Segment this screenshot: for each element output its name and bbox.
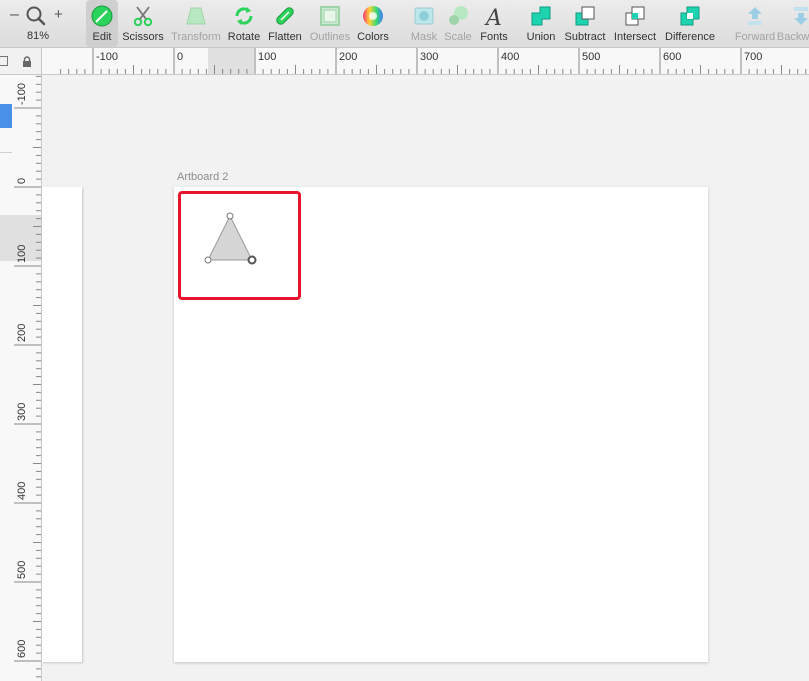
artboard-left[interactable] xyxy=(42,187,82,662)
lock-icon[interactable] xyxy=(22,55,32,73)
zoom-icon[interactable] xyxy=(24,4,48,33)
artboard-label[interactable]: Artboard 2 xyxy=(177,171,228,183)
intersect-icon xyxy=(623,4,647,28)
ruler-label: 600 xyxy=(663,51,682,63)
ruler-label: 100 xyxy=(16,244,28,263)
ruler-label: 400 xyxy=(501,51,520,63)
tool-forward-label: Forward xyxy=(734,31,776,43)
backward-icon xyxy=(789,4,809,28)
tool-edit-button[interactable]: Edit xyxy=(86,0,118,47)
ruler-label: 200 xyxy=(339,51,358,63)
tool-transform-button[interactable]: Transform xyxy=(170,0,222,47)
scale-icon xyxy=(446,4,470,28)
layer-list-selection[interactable] xyxy=(0,104,12,128)
ruler-label: 300 xyxy=(16,402,28,421)
vertex-handle-left[interactable] xyxy=(204,256,212,264)
ruler-label: -100 xyxy=(16,82,28,105)
triangle-shape[interactable] xyxy=(200,208,262,270)
scissors-icon xyxy=(131,4,155,28)
fonts-icon: A xyxy=(482,4,506,28)
tool-transform-label: Transform xyxy=(171,31,221,43)
tool-outlines-label: Outlines xyxy=(309,31,351,43)
tool-union-label: Union xyxy=(526,31,556,43)
ruler-label: 500 xyxy=(16,560,28,579)
ruler-corner xyxy=(0,48,42,75)
outlines-icon xyxy=(318,4,342,28)
vertex-handle-right[interactable] xyxy=(247,255,257,265)
horizontal-ruler[interactable]: -100 0 100 200 300 400 500 600 700 xyxy=(42,48,809,75)
forward-icon xyxy=(743,4,767,28)
ruler-label: 0 xyxy=(16,177,28,184)
zoom-in-button[interactable]: + xyxy=(54,6,63,23)
union-icon xyxy=(529,4,553,28)
tool-difference-label: Difference xyxy=(665,31,715,43)
edit-icon xyxy=(90,4,114,28)
svg-text:A: A xyxy=(484,6,502,28)
mask-icon xyxy=(412,4,436,28)
transform-icon xyxy=(184,4,208,28)
tool-difference-button[interactable]: Difference xyxy=(662,0,718,47)
tool-subtract-label: Subtract xyxy=(564,31,606,43)
vertical-ruler[interactable]: -100 0 100 200 300 400 500 600 xyxy=(0,75,42,681)
tool-forward-button[interactable]: Forward xyxy=(734,0,776,47)
tool-flatten-button[interactable]: Flatten xyxy=(266,0,304,47)
tool-intersect-label: Intersect xyxy=(613,31,657,43)
tool-edit-label: Edit xyxy=(92,31,112,43)
zoom-level: 81% xyxy=(27,30,50,42)
ruler-label: 200 xyxy=(16,323,28,342)
tool-backward-label: Backward xyxy=(776,31,809,43)
tool-rotate-label: Rotate xyxy=(227,31,261,43)
colors-icon xyxy=(361,4,385,28)
flatten-icon xyxy=(273,4,297,28)
tool-scale-label: Scale xyxy=(444,31,472,43)
tool-colors-label: Colors xyxy=(357,31,389,43)
tool-mask-label: Mask xyxy=(410,31,438,43)
ruler-label: 500 xyxy=(582,51,601,63)
tool-rotate-button[interactable]: Rotate xyxy=(226,0,262,47)
layer-list-divider xyxy=(0,152,12,153)
ruler-label: 400 xyxy=(16,481,28,500)
tool-subtract-button[interactable]: Subtract xyxy=(562,0,608,47)
tool-scissors-button[interactable]: Scissors xyxy=(120,0,166,47)
tool-outlines-button[interactable]: Outlines xyxy=(308,0,352,47)
vertex-handle-top[interactable] xyxy=(226,212,234,220)
tool-union-button[interactable]: Union xyxy=(525,0,557,47)
zoom-out-button[interactable]: – xyxy=(10,6,19,24)
tool-scale-button[interactable]: Scale xyxy=(443,0,473,47)
tool-fonts-label: Fonts xyxy=(480,31,508,43)
tool-scissors-label: Scissors xyxy=(122,31,164,43)
ruler-label: 700 xyxy=(744,51,763,63)
tool-fonts-button[interactable]: A Fonts xyxy=(478,0,510,47)
ruler-label: 300 xyxy=(420,51,439,63)
tool-mask-button[interactable]: Mask xyxy=(408,0,440,47)
page-icon xyxy=(0,56,8,66)
tool-backward-button[interactable]: Backward xyxy=(776,0,809,47)
tool-colors-button[interactable]: Colors xyxy=(356,0,390,47)
tool-flatten-label: Flatten xyxy=(268,31,302,43)
ruler-label: 100 xyxy=(258,51,277,63)
ruler-label: 0 xyxy=(177,51,184,63)
ruler-label: 600 xyxy=(16,639,28,658)
tool-intersect-button[interactable]: Intersect xyxy=(612,0,658,47)
subtract-icon xyxy=(573,4,597,28)
rotate-icon xyxy=(232,4,256,28)
difference-icon xyxy=(678,4,702,28)
toolbar: – + 81% Edit Scissors Transform Rotate Flatt… xyxy=(0,0,809,48)
ruler-label: -100 xyxy=(96,51,119,63)
